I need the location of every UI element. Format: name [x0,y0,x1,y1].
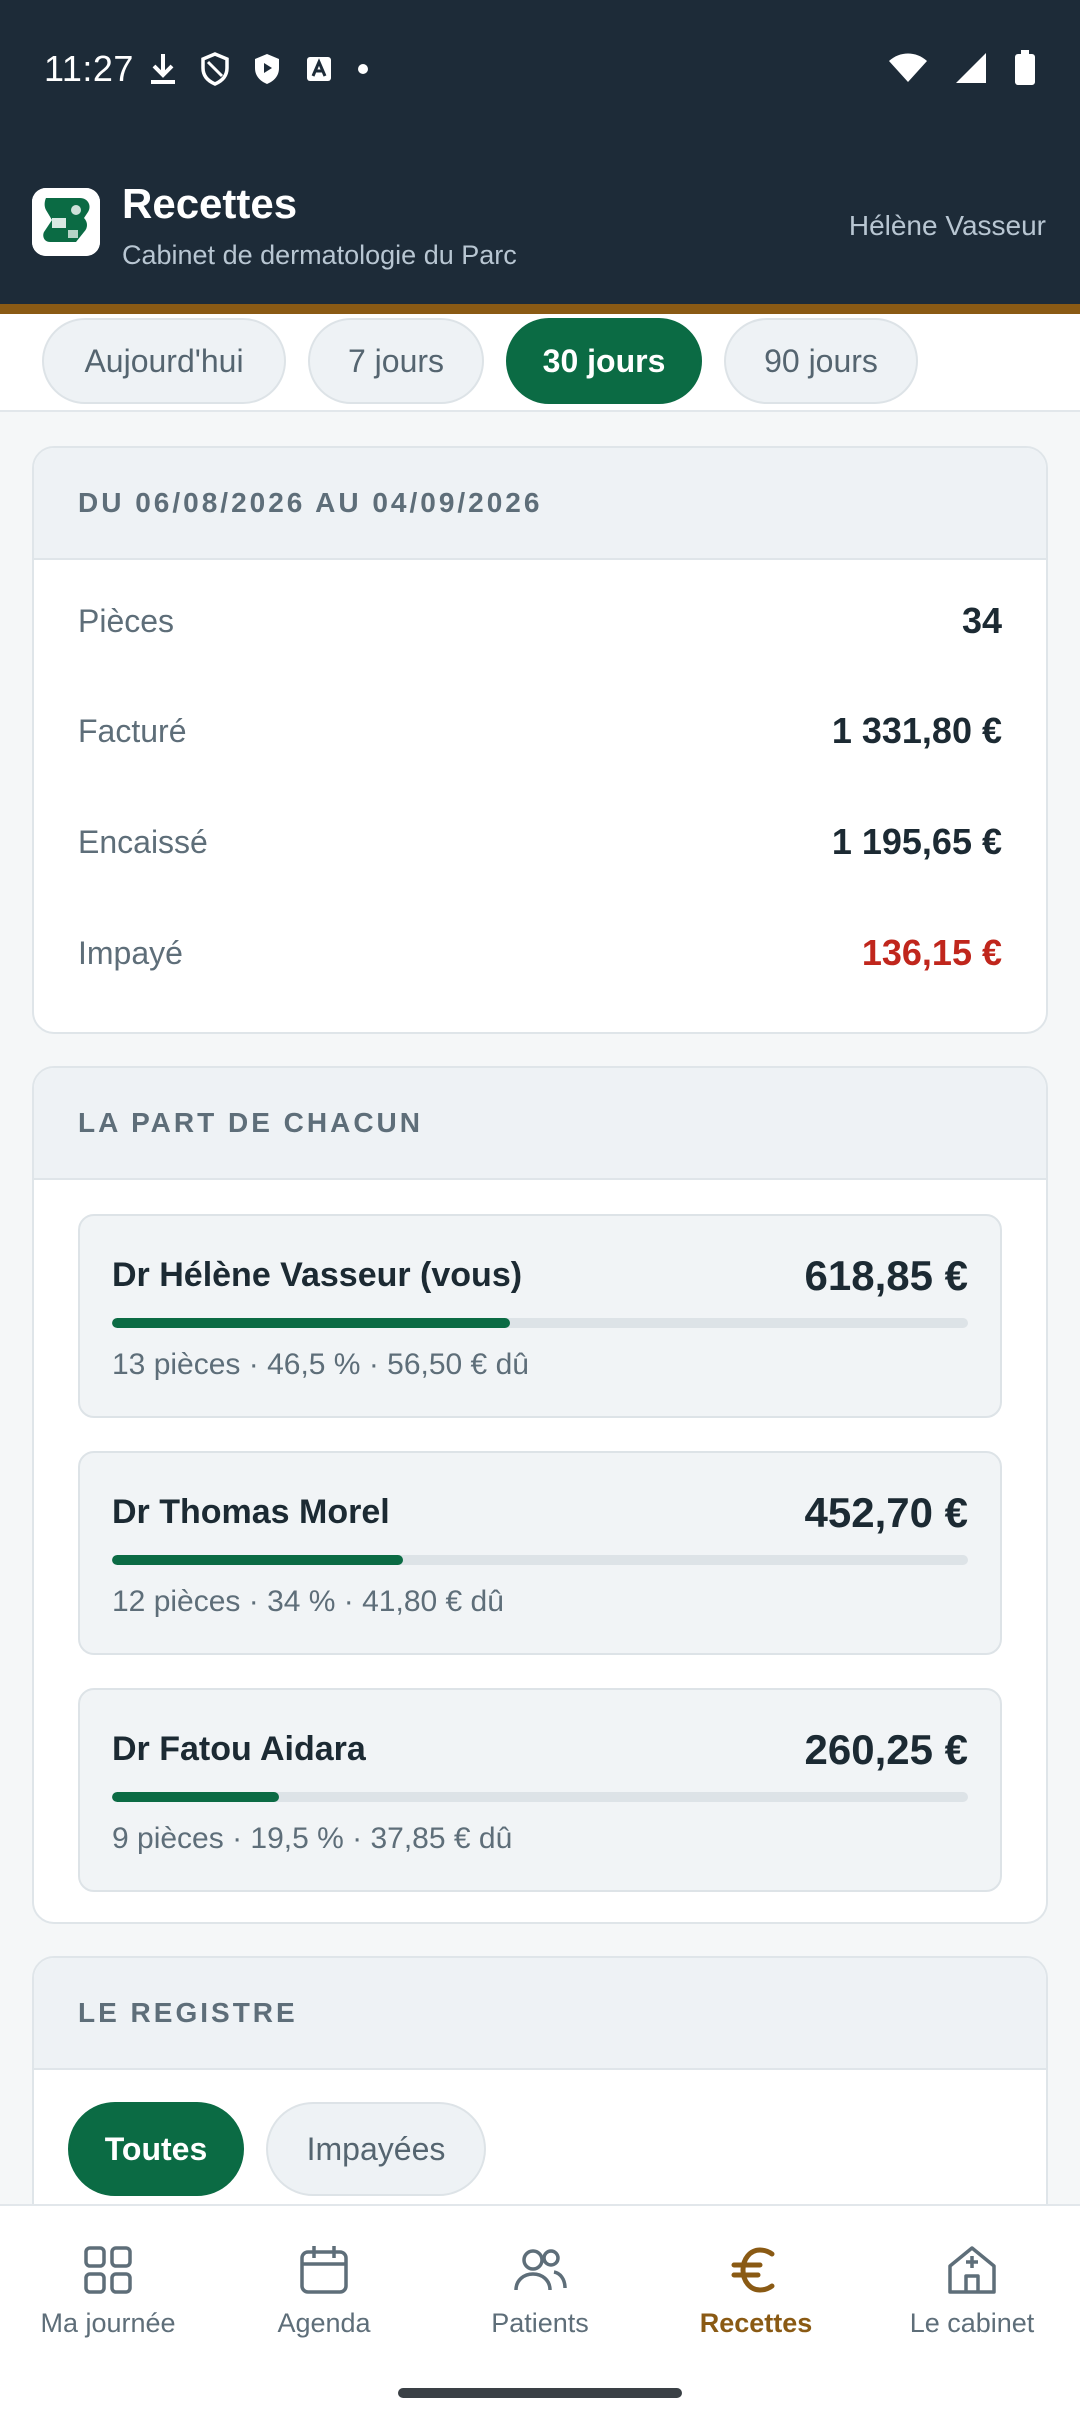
nav-label: Patients [491,2308,589,2338]
nav-label: Le cabinet [909,2308,1035,2338]
filter-chip-all[interactable]: Toutes [68,2102,244,2196]
font-icon [307,57,331,81]
signal-icon [956,53,986,83]
summary-label: Pièces [78,602,175,639]
header-accent-line [0,304,1080,314]
summary-row-unpaid: Impayé 136,15 € [78,932,1002,974]
nav-label: Ma journée [40,2308,176,2338]
share-progress-fill [112,1555,404,1565]
summary-label: Encaissé [78,823,208,860]
period-chip-7-days[interactable]: 7 jours [308,318,484,404]
practitioner-details: 9 pièces · 19,5 % · 37,85 € dû [112,1822,513,1855]
shares-heading: LA PART DE CHACUN [34,1068,1046,1180]
share-progress-bar [112,1318,968,1328]
practitioner-details: 12 pièces · 34 % · 41,80 € dû [112,1585,504,1618]
app-header: 11:27 Recettes Cabinet de dermatologie d… [0,0,1080,304]
wifi-icon [889,53,927,82]
share-progress-bar [112,1555,968,1565]
summary-label: Impayé [78,934,183,971]
share-item[interactable]: Dr Thomas Morel 452,70 € 12 pièces · 34 … [78,1451,1002,1655]
practitioner-name: Dr Hélène Vasseur (vous) [112,1256,523,1294]
status-time: 11:27 [44,48,134,89]
shield-play-icon [255,54,279,84]
nav-item-agenda[interactable]: Agenda [216,2242,432,2339]
status-icons-left [148,52,370,86]
shield-outline-icon [201,52,229,86]
building-icon [948,2246,996,2294]
share-progress-bar [112,1792,968,1802]
summary-row-pieces: Pièces 34 [78,600,1002,642]
page-title: Recettes [122,180,298,227]
summary-value: 1 195,65 € [831,821,1002,862]
register-heading: LE REGISTRE [34,1958,1046,2070]
practitioner-amount: 618,85 € [804,1252,969,1299]
practitioner-amount: 260,25 € [804,1726,969,1773]
summary-value: 34 [961,600,1002,641]
summary-row-collected: Encaissé 1 195,65 € [78,821,1002,863]
filter-chip-unpaid[interactable]: Impayées [266,2102,486,2196]
summary-card: DU 06/08/2026 AU 04/09/2026 Pièces 34 Fa… [32,446,1048,1034]
shares-card: LA PART DE CHACUN Dr Hélène Vasseur (vou… [32,1066,1048,1924]
summary-row-billed: Facturé 1 331,80 € [78,710,1002,752]
summary-date-range: DU 06/08/2026 AU 04/09/2026 [34,448,1046,560]
share-progress-fill [112,1792,279,1802]
dot-icon [358,64,368,74]
summary-value: 1 331,80 € [831,710,1002,751]
period-chip-today[interactable]: Aujourd'hui [42,318,286,404]
nav-item-my-day[interactable]: Ma journée [0,2242,216,2339]
home-indicator[interactable] [398,2388,682,2398]
euro-icon [731,2247,775,2293]
share-progress-fill [112,1318,511,1328]
people-icon [514,2249,567,2291]
share-item[interactable]: Dr Fatou Aidara 260,25 € 9 pièces · 19,5… [78,1688,1002,1892]
grid-icon [84,2246,132,2294]
nav-item-patients[interactable]: Patients [432,2242,648,2339]
period-chip-90-days[interactable]: 90 jours [724,318,918,404]
practitioner-details: 13 pièces · 46,5 % · 56,50 € dû [112,1348,529,1381]
summary-value-unpaid: 136,15 € [861,932,1002,973]
download-icon [151,54,175,84]
practitioner-amount: 452,70 € [804,1489,969,1536]
nav-label: Recettes [699,2308,813,2338]
nav-item-recettes[interactable]: Recettes [648,2242,864,2339]
practitioner-name: Dr Fatou Aidara [112,1730,366,1768]
calendar-icon [300,2246,348,2294]
nav-label: Agenda [277,2308,371,2338]
period-selector: Aujourd'hui 7 jours 30 jours 90 jours [0,314,1080,412]
app-logo [32,188,100,256]
cabinet-name: Cabinet de dermatologie du Parc [122,240,517,270]
practitioner-name: Dr Thomas Morel [112,1493,390,1531]
summary-label: Facturé [78,712,187,749]
period-chip-30-days[interactable]: 30 jours [506,318,702,404]
nav-item-cabinet[interactable]: Le cabinet [864,2242,1080,2339]
status-icons-right [888,50,1036,86]
battery-icon [1015,50,1035,85]
current-user[interactable]: Hélène Vasseur [849,210,1046,242]
share-item[interactable]: Dr Hélène Vasseur (vous) 618,85 € 13 piè… [78,1214,1002,1418]
